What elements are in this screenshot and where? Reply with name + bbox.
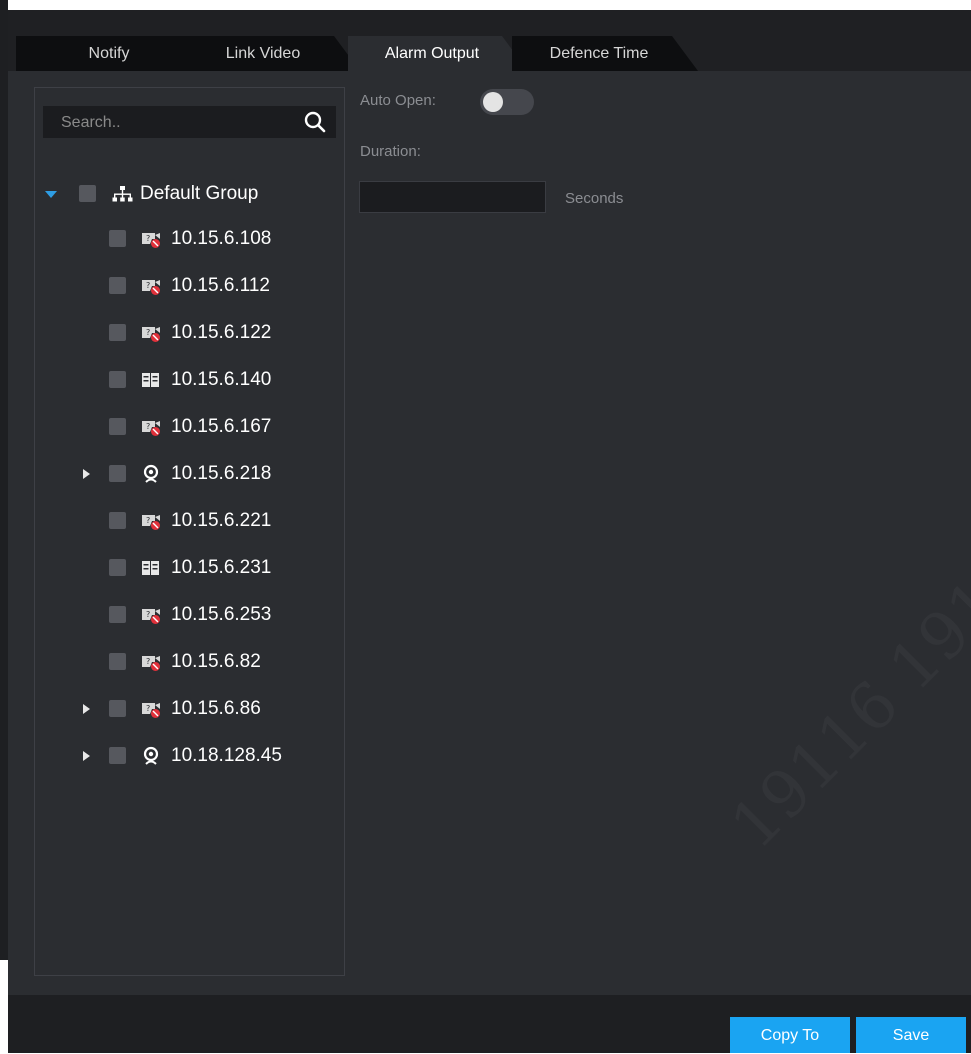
tree-item[interactable]: 10.15.6.140 [35,365,342,395]
svg-text:?: ? [146,704,150,713]
tab-bar: Notify Link Video Alarm Output Defence T… [8,10,971,71]
svg-text:?: ? [146,281,150,290]
offline-camera-icon: ? [140,417,162,437]
item-checkbox[interactable] [109,606,126,623]
duration-input[interactable] [359,181,546,213]
item-checkbox[interactable] [109,559,126,576]
tree-item-label: 10.18.128.45 [171,745,282,766]
tree-item-label: 10.15.6.112 [171,275,270,296]
auto-open-toggle[interactable] [480,89,534,115]
tree-item[interactable]: 10.18.128.45 [35,741,342,771]
tree-item-label: 10.15.6.231 [171,557,272,578]
nvr-icon [140,558,162,578]
tree-node-label: Default Group [140,183,259,204]
svg-text:?: ? [146,657,150,666]
tree-item-label: 10.15.6.82 [171,651,261,672]
offline-camera-icon: ? [140,276,162,296]
auto-open-label: Auto Open: [360,92,436,109]
save-button[interactable]: Save [856,1017,966,1053]
tree-item[interactable]: ? 10.15.6.108 [35,224,342,254]
svg-text:?: ? [146,610,150,619]
tree-item[interactable]: ? 10.15.6.112 [35,271,342,301]
group-icon [112,186,133,202]
item-checkbox[interactable] [109,465,126,482]
search-box [43,106,336,140]
tree-item[interactable]: ? 10.15.6.86 [35,694,342,724]
toggle-knob [483,92,503,112]
svg-text:?: ? [146,234,150,243]
tree-item-label: 10.15.6.218 [171,463,272,484]
tree-item[interactable]: 10.15.6.231 [35,553,342,583]
caret-right-icon[interactable] [79,459,93,489]
offline-camera-icon: ? [140,652,162,672]
duration-label: Duration: [360,143,421,160]
copy-to-button[interactable]: Copy To [730,1017,850,1053]
tree-item[interactable]: ? 10.15.6.221 [35,506,342,536]
tree-item[interactable]: ? 10.15.6.82 [35,647,342,677]
watermark: 19116 19116 19116 [717,351,971,864]
search-icon[interactable] [304,111,326,133]
caret-right-icon[interactable] [79,694,93,724]
device-tree-panel: Default Group ? 10.15.6.108? 10.15.6.112? 1… [34,87,345,976]
tree-item[interactable]: ? 10.15.6.167 [35,412,342,442]
tree-item-label: 10.15.6.108 [171,228,272,249]
alarm-config-panel: Notify Link Video Alarm Output Defence T… [8,10,971,1053]
tree-item[interactable]: 10.15.6.218 [35,459,342,489]
ip-camera-icon [140,746,162,766]
tree-root-default-group[interactable]: Default Group [35,179,342,209]
item-checkbox[interactable] [109,747,126,764]
offline-camera-icon: ? [140,699,162,719]
tree-item-label: 10.15.6.167 [171,416,272,437]
item-checkbox[interactable] [109,230,126,247]
tree-item[interactable]: ? 10.15.6.253 [35,600,342,630]
item-checkbox[interactable] [109,700,126,717]
offline-camera-icon: ? [140,511,162,531]
tab-defence-time[interactable]: Defence Time [512,36,698,71]
svg-text:?: ? [146,328,150,337]
caret-down-icon[interactable] [44,179,58,209]
tree-item-label: 10.15.6.140 [171,369,272,390]
item-checkbox[interactable] [109,324,126,341]
tree-item-label: 10.15.6.86 [171,698,261,719]
root-checkbox[interactable] [79,185,96,202]
tree-item-label: 10.15.6.253 [171,604,272,625]
caret-right-icon[interactable] [79,741,93,771]
window-edge [0,0,8,960]
tree-item[interactable]: ? 10.15.6.122 [35,318,342,348]
tree-item-label: 10.15.6.221 [171,510,272,531]
ip-camera-icon [140,464,162,484]
search-input[interactable] [43,106,313,140]
item-checkbox[interactable] [109,653,126,670]
duration-unit-label: Seconds [565,190,624,207]
item-checkbox[interactable] [109,418,126,435]
item-checkbox[interactable] [109,277,126,294]
footer-bar: Copy To Save [8,995,971,1053]
offline-camera-icon: ? [140,229,162,249]
item-checkbox[interactable] [109,512,126,529]
offline-camera-icon: ? [140,605,162,625]
nvr-icon [140,370,162,390]
svg-text:?: ? [146,516,150,525]
svg-text:?: ? [146,422,150,431]
tab-link-video[interactable]: Link Video [178,36,360,71]
tree-item-label: 10.15.6.122 [171,322,272,343]
offline-camera-icon: ? [140,323,162,343]
tab-alarm-output[interactable]: Alarm Output [348,36,528,71]
item-checkbox[interactable] [109,371,126,388]
